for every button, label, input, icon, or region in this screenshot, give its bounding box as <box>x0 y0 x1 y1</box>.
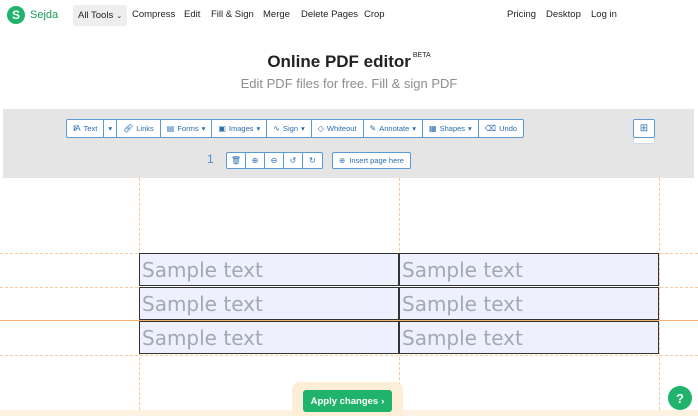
text-icon: I̸A <box>73 124 81 133</box>
nav-merge[interactable]: Merge <box>263 9 290 20</box>
whiteout-tool-button[interactable]: ◇ Whiteout <box>312 120 364 137</box>
text-box[interactable]: Sample text <box>139 253 399 286</box>
insert-page-label: Insert page here <box>349 156 404 165</box>
link-icon: 🔗︎ <box>123 124 134 133</box>
text-box[interactable]: Sample text <box>399 321 659 354</box>
top-nav: S Sejda All Tools ⌄ Compress Edit Fill &… <box>0 0 698 32</box>
undo-button[interactable]: ⌫ Undo <box>479 120 523 137</box>
caret-down-icon: ▾ <box>412 124 417 133</box>
nav-edit[interactable]: Edit <box>184 9 200 20</box>
help-button[interactable]: ? <box>668 386 692 410</box>
apply-changes-button[interactable]: Apply changes › <box>303 390 392 412</box>
forms-tool-button[interactable]: ▤ Forms ▾ <box>161 120 213 137</box>
nav-delete-pages[interactable]: Delete Pages <box>301 9 358 20</box>
images-tool-button[interactable]: ▣ Images ▾ <box>212 120 268 137</box>
rotate-left-icon[interactable]: ↺ <box>284 153 303 168</box>
page-tools: 🗑︎ ⊕ ⊖ ↺ ↻ <box>226 152 323 169</box>
links-tool-button[interactable]: 🔗︎ Links <box>117 120 161 137</box>
insert-page-button[interactable]: ⊕ Insert page here <box>332 152 411 169</box>
text-box[interactable]: Sample text <box>139 321 399 354</box>
image-icon: ▣ <box>218 124 226 133</box>
apply-changes-label: Apply changes <box>310 395 379 407</box>
grid-icon: ⊞ <box>639 123 649 134</box>
images-tool-label: Images <box>228 124 254 133</box>
sign-icon: ∿ <box>273 124 280 133</box>
caret-down-icon: ▾ <box>301 124 305 133</box>
text-options-dropdown[interactable]: ▾ <box>104 120 118 137</box>
eraser-icon: ◇ <box>317 124 324 133</box>
sejda-logo-icon: S <box>7 6 25 24</box>
trash-icon[interactable]: 🗑︎ <box>227 153 246 168</box>
thumbnails-button-tab <box>633 138 655 144</box>
beta-badge: BETA <box>412 52 431 59</box>
annotate-tool-label: Annotate <box>379 124 410 133</box>
whiteout-tool-label: Whiteout <box>326 124 357 133</box>
help-icon: ? <box>676 390 684 406</box>
text-box[interactable]: Sample text <box>399 253 659 286</box>
undo-label: Undo <box>499 124 518 133</box>
links-tool-label: Links <box>136 124 154 133</box>
guide-line <box>659 178 660 410</box>
zoom-out-icon[interactable]: ⊖ <box>265 153 284 168</box>
plus-circle-icon: ⊕ <box>339 156 346 165</box>
nav-desktop[interactable]: Desktop <box>546 9 581 20</box>
page-subtitle: Edit PDF files for free. Fill & sign PDF <box>240 76 458 91</box>
shapes-icon: ▦ <box>429 124 437 133</box>
forms-tool-label: Forms <box>177 124 199 133</box>
all-tools-label: All Tools <box>78 10 114 21</box>
all-tools-menu[interactable]: All Tools ⌄ <box>73 5 128 26</box>
text-tool-button[interactable]: I̸A Text <box>67 120 105 137</box>
zoom-in-icon[interactable]: ⊕ <box>246 153 265 168</box>
page-title: Online PDF editor BETA <box>0 52 698 72</box>
rotate-right-icon[interactable]: ↻ <box>303 153 322 168</box>
caret-down-icon: ▾ <box>201 124 206 133</box>
guide-line <box>0 355 698 356</box>
caret-down-icon: ▾ <box>256 124 261 133</box>
nav-pricing[interactable]: Pricing <box>507 9 536 20</box>
text-box[interactable]: Sample text <box>399 287 659 320</box>
brand-name: Sejda <box>30 9 59 21</box>
page-thumbnails-button[interactable]: ⊞ <box>633 119 655 138</box>
sign-tool-button[interactable]: ∿ Sign ▾ <box>267 120 312 137</box>
sejda-logo[interactable]: S Sejda <box>7 6 58 24</box>
chevron-right-icon: › <box>381 395 385 407</box>
pen-icon: ✎ <box>369 124 377 133</box>
text-tool-label: Text <box>83 124 98 133</box>
nav-login[interactable]: Log in <box>591 9 617 20</box>
sign-tool-label: Sign <box>282 124 298 133</box>
nav-compress[interactable]: Compress <box>132 9 175 20</box>
caret-down-icon: ▾ <box>108 124 113 133</box>
chevron-down-icon: ⌄ <box>116 12 123 20</box>
undo-icon: ⌫ <box>484 124 497 133</box>
forms-icon: ▤ <box>166 124 175 133</box>
shapes-tool-button[interactable]: ▦ Shapes ▾ <box>423 120 479 137</box>
caret-down-icon: ▾ <box>468 124 472 133</box>
page-title-text: Online PDF editor <box>267 52 411 71</box>
annotate-tool-button[interactable]: ✎ Annotate ▾ <box>364 120 424 137</box>
text-box[interactable]: Sample text <box>139 287 399 320</box>
nav-crop[interactable]: Crop <box>364 9 385 20</box>
nav-fill-sign[interactable]: Fill & Sign <box>211 9 254 20</box>
shapes-tool-label: Shapes <box>439 124 466 133</box>
editor-toolbar: I̸A Text ▾ 🔗︎ Links ▤ Forms ▾ ▣ Images ▾… <box>66 119 525 138</box>
page-number: 1 <box>207 152 214 166</box>
